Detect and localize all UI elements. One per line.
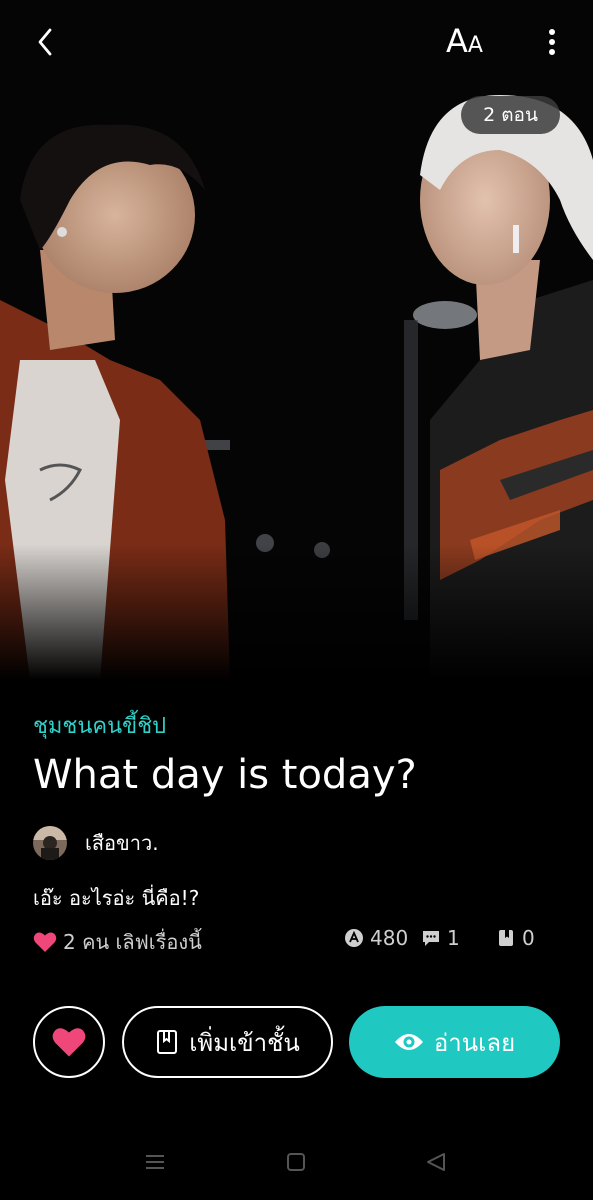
top-bar: AA — [0, 0, 593, 84]
bookmark-icon — [499, 930, 513, 946]
author-row[interactable]: เสือขาว. — [33, 826, 159, 860]
likes-label: 2 คน เลิฟเรื่องนี้ — [63, 930, 202, 954]
views-stat: 480 — [344, 926, 408, 950]
bookmarks-stat: 0 — [496, 926, 535, 950]
comments-count: 1 — [447, 926, 460, 950]
comment-icon — [423, 931, 439, 946]
home-button[interactable] — [284, 1150, 308, 1174]
view-count-icon — [345, 929, 363, 947]
recent-apps-button[interactable] — [143, 1150, 167, 1174]
font-size-big-glyph: A — [446, 22, 468, 60]
back-button[interactable] — [30, 22, 64, 62]
add-to-shelf-button[interactable]: เพิ่มเข้าชั้น — [122, 1006, 333, 1078]
chevron-left-icon — [38, 28, 52, 56]
add-to-shelf-label: เพิ่มเข้าชั้น — [189, 1028, 300, 1057]
system-nav-bar — [0, 1124, 593, 1200]
menu-lines-icon — [146, 1155, 164, 1169]
comments-stat: 1 — [421, 926, 460, 950]
font-size-small-glyph: A — [467, 33, 483, 58]
likes-stat: 2 คน เลิฟเรื่องนี้ — [33, 926, 202, 958]
stats-row: 2 คน เลิฟเรื่องนี้ 480 1 0 — [33, 926, 563, 956]
square-home-icon — [287, 1153, 305, 1171]
heart-icon — [33, 932, 57, 952]
author-name: เสือขาว. — [85, 831, 159, 855]
read-now-button[interactable]: อ่านเลย — [349, 1006, 560, 1078]
read-now-label: อ่านเลย — [433, 1028, 516, 1057]
system-back-button[interactable] — [424, 1150, 448, 1174]
font-size-button[interactable]: AA — [446, 22, 496, 62]
eye-icon — [394, 1034, 423, 1050]
more-options-button[interactable] — [538, 22, 566, 62]
episodes-badge: 2 ตอน — [461, 96, 560, 134]
more-vertical-icon — [549, 29, 555, 55]
love-button[interactable] — [33, 1006, 105, 1078]
triangle-back-icon — [427, 1153, 445, 1171]
book-icon — [157, 1030, 178, 1054]
heart-icon — [52, 1028, 86, 1057]
avatar — [33, 826, 67, 860]
story-title: What day is today? — [33, 752, 417, 798]
category-label[interactable]: ชุมชนคนขี้ชิป — [33, 708, 166, 743]
bookmarks-count: 0 — [522, 926, 535, 950]
views-count: 480 — [370, 926, 409, 950]
story-description: เอ๊ะ อะไรอ่ะ นี่คือ!? — [33, 886, 200, 910]
